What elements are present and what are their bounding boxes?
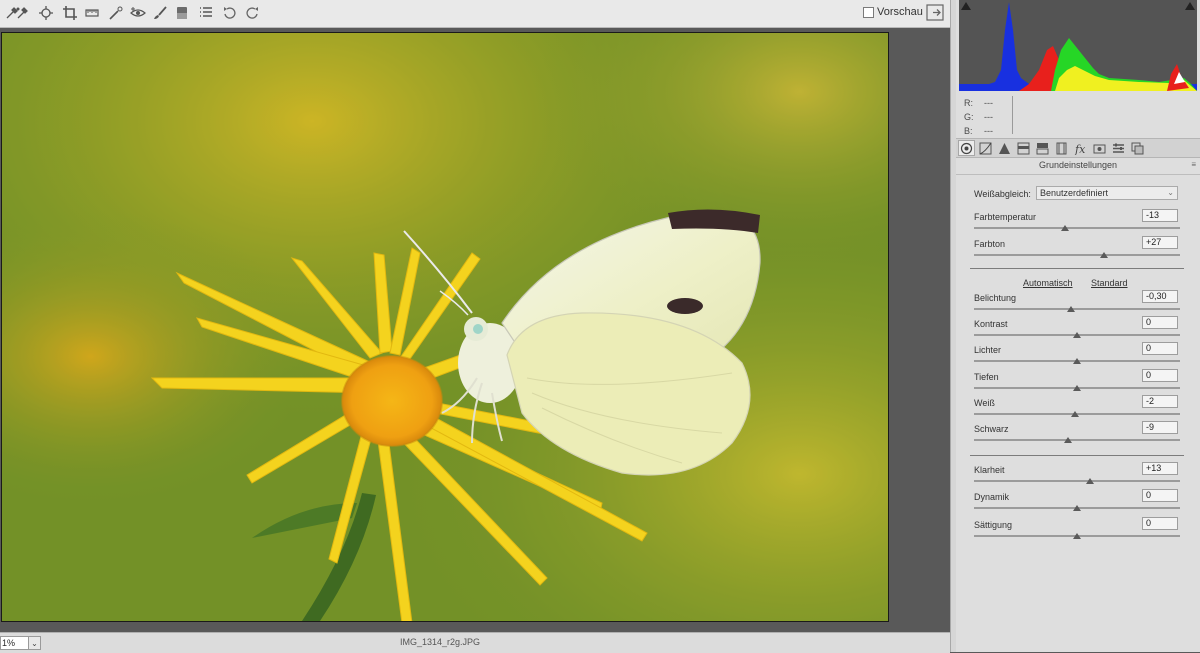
temperature-slider-track[interactable] (974, 227, 1180, 229)
whites-value-field[interactable]: -2 (1142, 395, 1178, 408)
spot-removal-icon[interactable] (106, 3, 126, 23)
white-balance-label: Weißabgleich: (974, 189, 1031, 199)
g-label: G: (964, 112, 974, 122)
blacks-slider-track[interactable] (974, 439, 1180, 441)
tab-tone-curve-icon[interactable] (977, 140, 994, 156)
tint-slider-thumb[interactable] (1099, 252, 1108, 258)
tab-basic-icon[interactable] (958, 140, 975, 156)
tab-camera-calibration-icon[interactable] (1091, 140, 1108, 156)
whites-slider-thumb[interactable] (1070, 411, 1079, 417)
histogram (959, 0, 1197, 91)
tab-presets-icon[interactable] (1110, 140, 1127, 156)
highlight-clipping-icon[interactable] (1185, 2, 1195, 10)
exposure-label: Belichtung (974, 293, 1017, 303)
tab-hsl-icon[interactable] (1015, 140, 1032, 156)
contrast-slider-thumb[interactable] (1073, 332, 1081, 338)
exposure-slider-track[interactable] (974, 308, 1180, 310)
whites-label: Weiß (974, 398, 995, 408)
saturation-slider-thumb[interactable] (1073, 533, 1081, 539)
graduated-filter-icon[interactable] (172, 3, 192, 23)
highlights-label: Lichter (974, 345, 1002, 355)
section-divider (970, 455, 1184, 456)
tab-snapshots-icon[interactable] (1129, 140, 1146, 156)
shadows-label: Tiefen (974, 372, 999, 382)
fullscreen-icon[interactable] (926, 4, 944, 21)
target-adjust-icon[interactable] (36, 3, 56, 23)
blacks-slider-thumb[interactable] (1063, 437, 1072, 443)
vibrance-slider-thumb[interactable] (1073, 505, 1081, 511)
red-eye-icon[interactable] (128, 3, 148, 23)
white-balance-value: Benutzerdefiniert (1040, 188, 1109, 198)
adjustment-brush-icon[interactable] (150, 3, 170, 23)
preview-checkbox[interactable] (863, 6, 874, 18)
preferences-icon[interactable] (196, 3, 216, 23)
saturation-value-field[interactable]: 0 (1142, 517, 1178, 530)
exposure-slider-thumb[interactable] (1066, 306, 1075, 312)
chevron-down-icon: ⌄ (1167, 188, 1174, 197)
blacks-label: Schwarz (974, 424, 1009, 434)
temperature-label: Farbtemperatur (974, 212, 1037, 222)
contrast-value-field[interactable]: 0 (1142, 316, 1178, 329)
tab-detail-icon[interactable] (996, 140, 1013, 156)
clarity-slider-thumb[interactable] (1086, 478, 1095, 484)
saturation-label: Sättigung (974, 520, 1013, 530)
straighten-icon[interactable] (82, 3, 102, 23)
tab-lens-corrections-icon[interactable] (1053, 140, 1070, 156)
readout-divider (1012, 96, 1013, 134)
auto-button[interactable]: Automatisch (1023, 278, 1073, 288)
preview-label: Vorschau (877, 6, 923, 18)
panel-tabs: fx (956, 138, 1200, 158)
blacks-value-field[interactable]: -9 (1142, 421, 1178, 434)
rotate-right-icon[interactable] (242, 3, 262, 23)
tab-split-toning-icon[interactable] (1034, 140, 1051, 156)
white-balance-select[interactable]: Benutzerdefiniert ⌄ (1036, 186, 1178, 200)
section-divider (970, 268, 1184, 269)
clarity-slider-track[interactable] (974, 480, 1180, 482)
section-title: Grundeinstellungen (1038, 160, 1118, 170)
color-sampler-icon[interactable] (12, 3, 32, 23)
vibrance-value-field[interactable]: 0 (1142, 489, 1178, 502)
tint-value-field[interactable]: +27 (1142, 236, 1178, 249)
rgb-readout: R: --- G: --- B: --- (964, 96, 993, 138)
temperature-slider-thumb[interactable] (1060, 225, 1069, 231)
adjustments-panel: R: --- G: --- B: --- fx Grundeinstellungen … (956, 0, 1200, 652)
exposure-value-field[interactable]: -0,30 (1142, 290, 1178, 303)
rotate-left-icon[interactable] (220, 3, 240, 23)
shadow-clipping-icon[interactable] (961, 2, 971, 10)
clarity-label: Klarheit (974, 465, 1005, 475)
crop-icon[interactable] (60, 3, 80, 23)
toolbar: Vorschau (0, 0, 950, 28)
b-label: B: (964, 126, 973, 136)
status-bar: 1% ⌄ IMG_1314_r2g.JPG (0, 632, 950, 653)
b-value: --- (984, 126, 993, 136)
g-value: --- (984, 112, 993, 122)
photo-butterfly-on-flower (1, 32, 889, 622)
panel-menu-icon[interactable]: ≡ (1191, 160, 1196, 169)
svg-text:fx: fx (1074, 143, 1086, 155)
shadows-value-field[interactable]: 0 (1142, 369, 1178, 382)
tab-effects-icon[interactable]: fx (1072, 140, 1089, 156)
title-divider (956, 174, 1200, 175)
r-label: R: (964, 98, 973, 108)
image-preview-area (0, 28, 950, 632)
tint-label: Farbton (974, 239, 1006, 249)
r-value: --- (984, 98, 993, 108)
tint-slider-track[interactable] (974, 254, 1180, 256)
default-button[interactable]: Standard (1091, 278, 1128, 288)
highlights-slider-thumb[interactable] (1073, 358, 1081, 364)
clarity-value-field[interactable]: +13 (1142, 462, 1178, 475)
contrast-label: Kontrast (974, 319, 1008, 329)
filename-label: IMG_1314_r2g.JPG (399, 637, 481, 647)
preview-toggle[interactable]: Vorschau (863, 6, 923, 18)
shadows-slider-thumb[interactable] (1073, 385, 1081, 391)
vibrance-label: Dynamik (974, 492, 1010, 502)
temperature-value-field[interactable]: -13 (1142, 209, 1178, 222)
highlights-value-field[interactable]: 0 (1142, 342, 1178, 355)
